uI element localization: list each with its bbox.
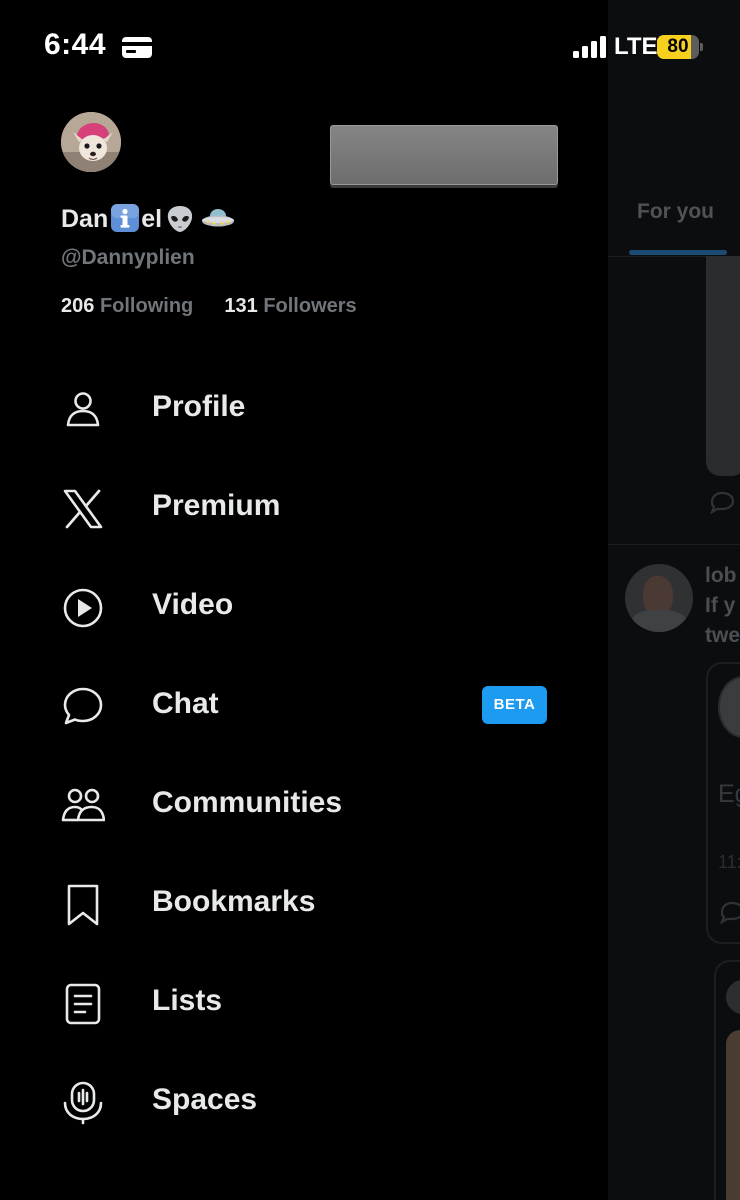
follow-counts: 206 Following 131 Followers	[61, 295, 357, 318]
menu-item-label: Chat	[152, 687, 219, 720]
divider	[608, 544, 740, 545]
followers-link[interactable]: 131 Followers	[224, 295, 356, 317]
beta-badge: BETA	[482, 686, 547, 724]
quoted-post-time: 11:	[718, 852, 740, 872]
battery-level: 80	[667, 36, 689, 57]
reply-icon[interactable]	[708, 490, 736, 514]
following-link[interactable]: 206 Following	[61, 295, 193, 317]
reply-icon[interactable]	[718, 900, 740, 924]
list-icon	[65, 983, 101, 1025]
post-media[interactable]	[726, 1030, 740, 1200]
menu-item-label: Spaces	[152, 1083, 258, 1116]
menu-item-label: Video	[152, 588, 234, 621]
display-name[interactable]: Dan el	[61, 204, 235, 234]
network-type: LTE	[614, 33, 658, 60]
play-circle-icon	[63, 588, 103, 628]
people-icon	[61, 788, 105, 822]
microphone-icon	[63, 1081, 103, 1125]
chat-bubble-icon	[63, 687, 103, 725]
menu-item-label: Communities	[152, 786, 343, 819]
x-logo-icon	[63, 489, 103, 529]
post-text-line: twe	[705, 624, 740, 647]
tab-for-you[interactable]: For you	[637, 200, 714, 224]
bookmark-icon	[67, 884, 99, 926]
person-icon	[66, 392, 100, 427]
menu-item-video[interactable]: Video	[0, 558, 608, 657]
post-text-line: If y	[705, 594, 736, 617]
followers-label: Followers	[263, 295, 357, 317]
menu-item-label: Profile	[152, 390, 246, 423]
menu-item-lists[interactable]: Lists	[0, 954, 608, 1053]
user-handle: @Dannyplien	[61, 246, 195, 269]
menu-item-premium[interactable]: Premium	[0, 459, 608, 558]
menu-item-communities[interactable]: Communities	[0, 756, 608, 855]
avatar-image	[61, 112, 121, 172]
post-author-avatar[interactable]	[625, 564, 693, 632]
avatar[interactable]	[61, 112, 121, 172]
menu-item-bookmarks[interactable]: Bookmarks	[0, 855, 608, 954]
alien-icon	[167, 206, 193, 232]
followers-count: 131	[224, 295, 258, 317]
display-name-part: Dan	[61, 204, 109, 233]
account-switcher[interactable]	[330, 125, 558, 185]
menu-item-label: Lists	[152, 984, 223, 1017]
side-drawer: Dan el @Dannyplien 206 Following 131 Fol…	[0, 0, 608, 1200]
flying-saucer-icon	[202, 209, 235, 227]
post-author-name[interactable]: lob	[705, 564, 737, 588]
following-label: Following	[99, 295, 194, 317]
menu-item-label: Bookmarks	[152, 885, 316, 918]
home-feed-background: For you lob If y twe Eg 11:	[608, 0, 740, 1200]
battery-icon: 80	[657, 35, 703, 59]
active-tab-indicator	[629, 250, 727, 255]
quoted-post-text: Eg	[718, 780, 740, 808]
info-icon	[111, 204, 140, 232]
menu-item-label: Premium	[152, 489, 281, 522]
menu-item-profile[interactable]: Profile	[0, 360, 608, 459]
display-name-part: el	[141, 204, 163, 233]
following-count: 206	[61, 295, 95, 317]
post-media[interactable]	[706, 256, 740, 476]
menu-item-spaces[interactable]: Spaces	[0, 1053, 608, 1152]
